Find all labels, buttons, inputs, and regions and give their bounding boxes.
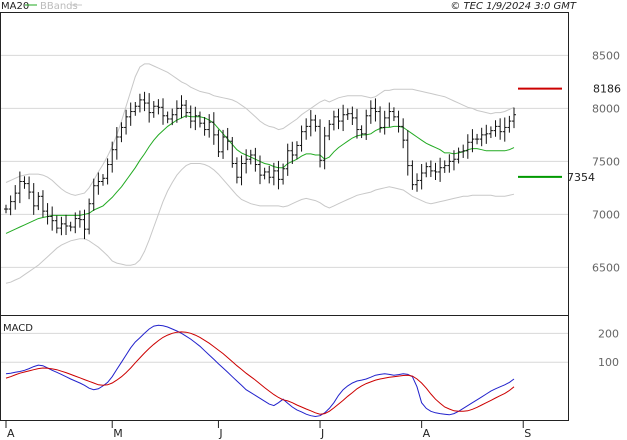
macd-tick-label: 100 <box>598 356 619 369</box>
macd-y-axis: 100 200 <box>598 327 619 369</box>
price-tick-label: 7000 <box>592 208 620 221</box>
timestamp: © TEC 1/9/2024 3:0 GMT <box>450 1 577 12</box>
month-label: S <box>524 427 531 440</box>
support-label: 7354 <box>567 171 595 184</box>
month-label: M <box>113 427 123 440</box>
month-label: A <box>7 427 15 440</box>
macd-tick-label: 200 <box>598 327 619 340</box>
legend-ma20: MA20 <box>1 1 29 12</box>
chart-canvas: MA20 BBands © TEC 1/9/2024 3:0 GMT 8186 … <box>0 1 621 440</box>
month-label: J <box>218 427 222 440</box>
price-tick-label: 8500 <box>592 49 620 62</box>
x-axis: AMJJAS <box>5 421 531 440</box>
resistance-label: 8186 <box>593 83 621 96</box>
price-tick-label: 6500 <box>592 261 620 274</box>
price-panel-frame <box>0 12 569 316</box>
price-tick-label: 8000 <box>592 102 620 115</box>
month-label: A <box>423 427 431 440</box>
month-label: J <box>320 427 324 440</box>
price-tick-label: 7500 <box>592 155 620 168</box>
macd-title: MACD <box>3 323 33 334</box>
legend-bbands: BBands <box>40 1 78 12</box>
price-panel <box>0 12 569 316</box>
